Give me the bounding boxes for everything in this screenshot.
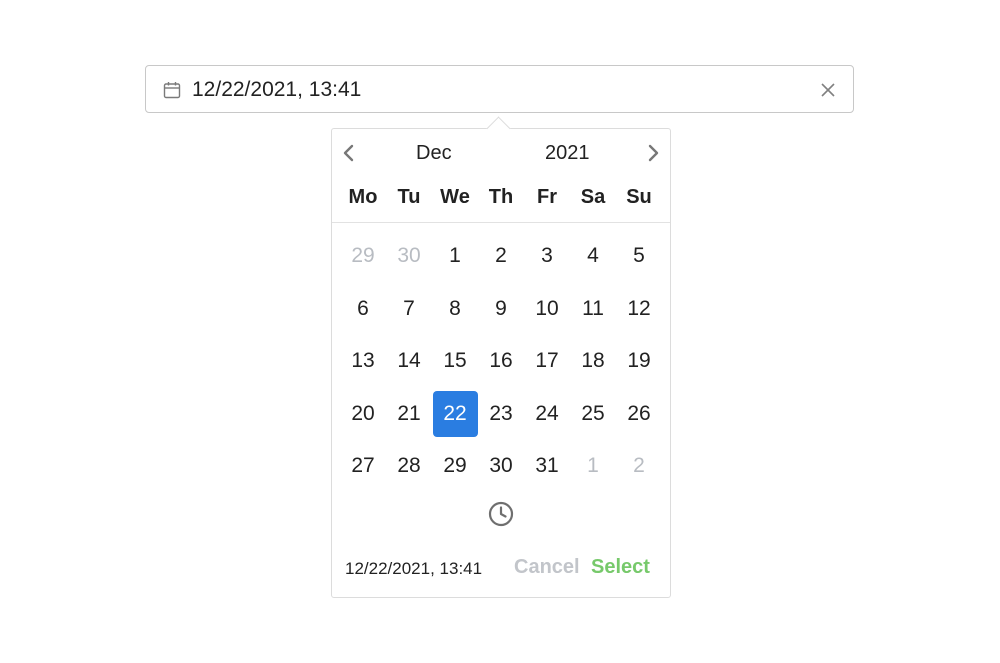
cancel-button[interactable]: Cancel — [514, 556, 580, 579]
day-label: 1 — [587, 454, 599, 478]
day-label: 29 — [443, 454, 467, 478]
day-label: 17 — [535, 349, 559, 373]
day-cell[interactable]: 15 — [432, 335, 478, 388]
select-button[interactable]: Select — [591, 556, 650, 579]
weekday-label: Mo — [348, 186, 378, 208]
day-cell[interactable]: 23 — [478, 388, 524, 441]
day-label: 2 — [495, 244, 507, 268]
day-label: 10 — [535, 296, 559, 320]
weekday-label: Sa — [580, 186, 606, 208]
day-label: 28 — [397, 454, 421, 478]
day-cell-selected[interactable]: 22 — [432, 388, 478, 441]
weekday-label: Tu — [397, 186, 421, 208]
clock-icon[interactable] — [488, 501, 514, 527]
calendar-nav: Dec 2021 — [332, 129, 670, 177]
day-cell[interactable]: 8 — [432, 283, 478, 336]
day-label: 12 — [627, 296, 651, 320]
datetime-picker-popup: Dec 2021 Mo Tu We Th Fr Sa Su 29 30 1 2 3 4 5 6… — [331, 116, 671, 598]
selected-datetime-preview: 12/22/2021, 13:41 — [345, 559, 483, 578]
day-label: 30 — [397, 244, 421, 268]
day-cell[interactable]: 25 — [570, 388, 616, 441]
day-cell[interactable]: 10 — [524, 283, 570, 336]
day-label: 27 — [351, 454, 375, 478]
day-cell[interactable]: 29 — [340, 230, 386, 283]
datetime-input[interactable]: 12/22/2021, 13:41 — [145, 65, 854, 113]
day-cell[interactable]: 1 — [432, 230, 478, 283]
day-label: 11 — [582, 296, 604, 320]
day-cell[interactable]: 13 — [340, 335, 386, 388]
year-selector[interactable]: 2021 — [545, 142, 590, 165]
day-cell[interactable]: 6 — [340, 283, 386, 336]
day-label: 16 — [489, 349, 513, 373]
day-label: 23 — [489, 401, 513, 425]
day-cell[interactable]: 31 — [524, 440, 570, 493]
day-cell[interactable]: 27 — [340, 440, 386, 493]
chevron-right-icon[interactable] — [644, 144, 662, 162]
day-cell[interactable]: 14 — [386, 335, 432, 388]
calendar-icon[interactable] — [162, 80, 182, 100]
day-cell[interactable]: 19 — [616, 335, 662, 388]
day-label: 3 — [541, 244, 553, 268]
day-label: 19 — [627, 349, 651, 373]
day-label: 1 — [449, 244, 461, 268]
weekday-label: Su — [626, 186, 652, 208]
day-label: 24 — [535, 401, 559, 425]
day-label: 6 — [357, 296, 369, 320]
chevron-left-icon[interactable] — [340, 144, 358, 162]
day-label: 22 — [432, 390, 478, 437]
day-cell[interactable]: 30 — [386, 230, 432, 283]
day-cell[interactable]: 11 — [570, 283, 616, 336]
day-cell[interactable]: 17 — [524, 335, 570, 388]
day-cell[interactable]: 2 — [616, 440, 662, 493]
day-cell[interactable]: 7 — [386, 283, 432, 336]
datetime-input-value[interactable]: 12/22/2021, 13:41 — [192, 78, 361, 102]
day-label: 14 — [397, 349, 421, 373]
day-label: 5 — [633, 244, 645, 268]
day-cell[interactable]: 28 — [386, 440, 432, 493]
day-cell[interactable]: 4 — [570, 230, 616, 283]
day-cell[interactable]: 2 — [478, 230, 524, 283]
day-cell[interactable]: 21 — [386, 388, 432, 441]
day-label: 15 — [443, 349, 467, 373]
day-label: 21 — [397, 401, 421, 425]
month-selector[interactable]: Dec — [416, 142, 452, 165]
day-label: 30 — [489, 454, 513, 478]
day-cell[interactable]: 1 — [570, 440, 616, 493]
day-cell[interactable]: 3 — [524, 230, 570, 283]
day-label: 25 — [581, 401, 605, 425]
day-cell[interactable]: 30 — [478, 440, 524, 493]
day-cell[interactable]: 24 — [524, 388, 570, 441]
day-label: 18 — [581, 349, 605, 373]
day-label: 7 — [403, 296, 415, 320]
day-cell[interactable]: 26 — [616, 388, 662, 441]
weekday-label: Fr — [537, 186, 557, 208]
day-cell[interactable]: 9 — [478, 283, 524, 336]
day-cell[interactable]: 29 — [432, 440, 478, 493]
weekday-label: Th — [488, 186, 514, 208]
day-label: 2 — [633, 454, 645, 478]
day-cell[interactable]: 5 — [616, 230, 662, 283]
day-label: 13 — [351, 349, 375, 373]
day-label: 29 — [351, 244, 375, 268]
day-cell[interactable]: 12 — [616, 283, 662, 336]
day-label: 31 — [535, 454, 559, 478]
day-label: 9 — [495, 296, 507, 320]
weekday-header: Mo Tu We Th Fr Sa Su — [340, 181, 662, 217]
close-icon[interactable] — [821, 83, 835, 97]
weekday-label: We — [440, 186, 470, 208]
day-cell[interactable]: 16 — [478, 335, 524, 388]
day-cell[interactable]: 18 — [570, 335, 616, 388]
day-label: 4 — [587, 244, 599, 268]
day-label: 8 — [449, 296, 461, 320]
day-cell[interactable]: 20 — [340, 388, 386, 441]
day-label: 20 — [351, 401, 375, 425]
day-label: 26 — [627, 401, 651, 425]
day-grid: 29 30 1 2 3 4 5 6 7 8 9 10 11 12 13 14 15 16 17 18 19 20 21 22 2… — [340, 230, 662, 493]
divider — [332, 222, 670, 223]
